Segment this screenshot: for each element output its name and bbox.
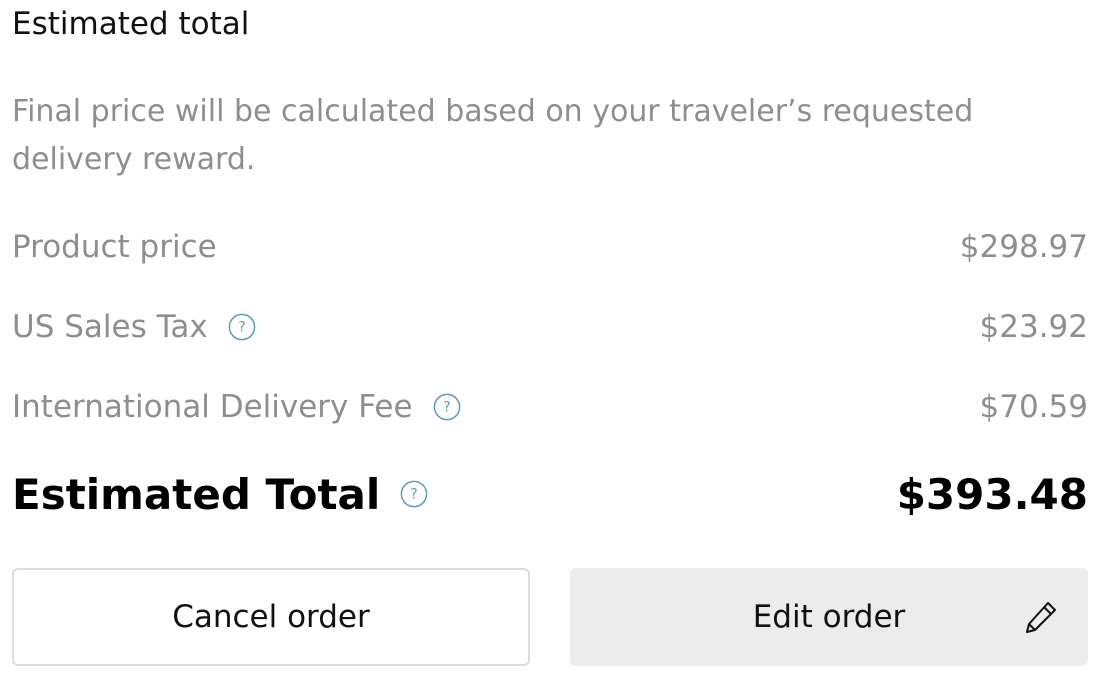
svg-text:?: ? bbox=[443, 400, 450, 416]
svg-text:?: ? bbox=[238, 320, 245, 336]
total-label-wrap: Estimated Total ? bbox=[12, 470, 428, 519]
question-circle-icon[interactable]: ? bbox=[433, 393, 461, 421]
edit-order-button[interactable]: Edit order bbox=[570, 568, 1088, 666]
line-item-label-wrap: Product price bbox=[12, 229, 217, 265]
line-item-label: International Delivery Fee bbox=[12, 389, 413, 425]
line-item-sales-tax: US Sales Tax ? $23.92 bbox=[12, 304, 1088, 350]
line-item-label: US Sales Tax bbox=[12, 309, 208, 345]
line-item-amount: $298.97 bbox=[959, 229, 1088, 265]
cancel-order-label: Cancel order bbox=[172, 599, 370, 635]
line-item-product-price: Product price $298.97 bbox=[12, 224, 1088, 270]
pencil-icon bbox=[1022, 598, 1060, 636]
line-item-amount: $70.59 bbox=[979, 389, 1088, 425]
line-item-label-wrap: US Sales Tax ? bbox=[12, 309, 256, 345]
estimated-total-amount: $393.48 bbox=[896, 469, 1088, 519]
question-circle-icon[interactable]: ? bbox=[400, 480, 428, 508]
line-item-label: Product price bbox=[12, 229, 217, 265]
svg-text:?: ? bbox=[411, 487, 418, 503]
section-title: Estimated total bbox=[12, 6, 250, 42]
estimated-total-label: Estimated Total bbox=[12, 469, 381, 519]
edit-order-label: Edit order bbox=[752, 599, 906, 635]
cancel-order-button[interactable]: Cancel order bbox=[12, 568, 530, 666]
line-item-delivery-fee: International Delivery Fee ? $70.59 bbox=[12, 384, 1088, 430]
line-item-label-wrap: International Delivery Fee ? bbox=[12, 389, 461, 425]
question-circle-icon[interactable]: ? bbox=[228, 313, 256, 341]
price-note: Final price will be calculated based on … bbox=[12, 94, 974, 177]
estimated-total-row: Estimated Total ? $393.48 bbox=[12, 466, 1088, 522]
line-item-amount: $23.92 bbox=[979, 309, 1088, 345]
